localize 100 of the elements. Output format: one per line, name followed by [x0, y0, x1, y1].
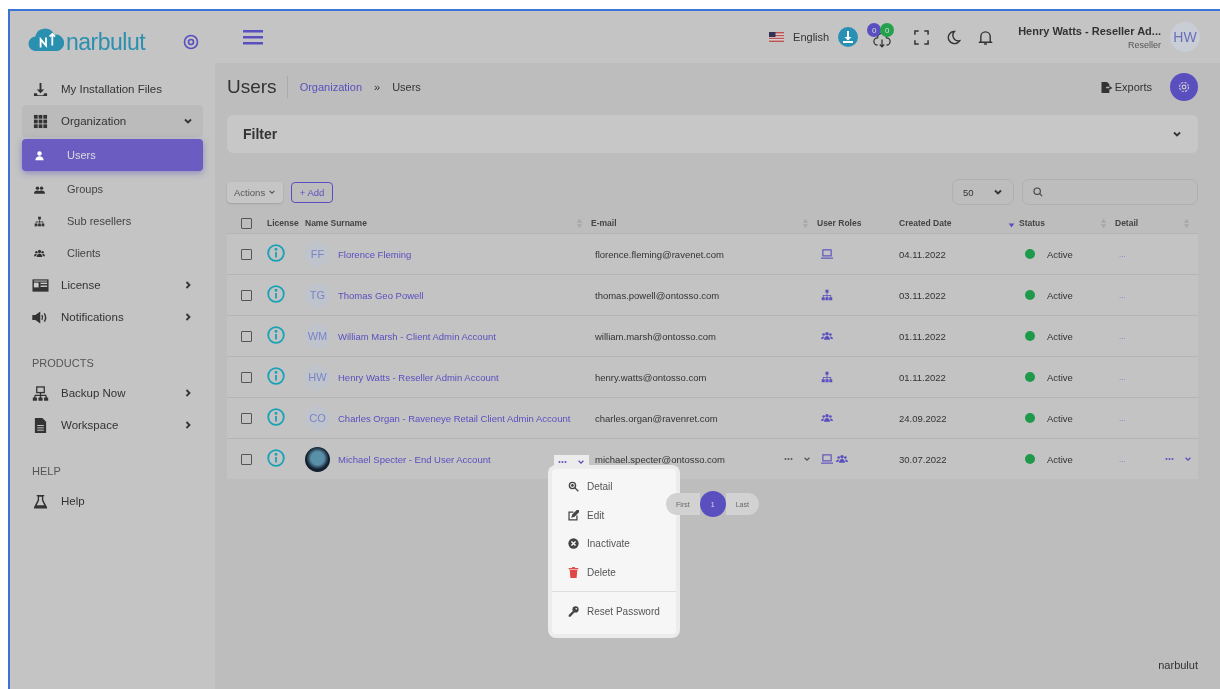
user-avatar[interactable]: HW [1170, 22, 1200, 52]
search-field[interactable] [1022, 179, 1198, 205]
zoom-icon [568, 481, 579, 493]
detail-link[interactable]: ... [1119, 331, 1126, 341]
email-cell: florence.fleming@ravenet.com [595, 248, 724, 260]
actions-dropdown[interactable]: Actions [227, 181, 283, 203]
user-name-link[interactable]: William Marsh - Client Admin Account [338, 330, 496, 342]
more-icon[interactable] [1165, 457, 1174, 461]
laptop-icon [821, 248, 833, 260]
menu-item[interactable]: Delete [552, 558, 632, 587]
menu-item[interactable]: Reset Password [552, 595, 676, 628]
nav-item[interactable]: Help [22, 485, 203, 517]
user-name-link[interactable]: Florence Fleming [338, 248, 412, 260]
brand-name: narbulut [66, 28, 146, 56]
initials-avatar: HW [305, 364, 330, 390]
nav-subitem[interactable]: Users [22, 139, 203, 171]
document-icon [32, 417, 49, 433]
column-header: Name Surname [305, 218, 367, 228]
nav-item[interactable]: Organization [22, 105, 203, 137]
date-cell: 30.07.2022 [899, 453, 947, 465]
email-cell: michael.specter@ontosso.com [595, 453, 726, 465]
row-checkbox[interactable] [241, 371, 252, 383]
moon-icon[interactable] [946, 29, 962, 45]
trash-icon [568, 566, 579, 578]
status-text: Active [1047, 330, 1073, 342]
detail-link[interactable]: ... [1119, 454, 1126, 464]
user-name-link[interactable]: Henry Watts - Reseller Admin Account [338, 371, 499, 383]
sitemap-icon [821, 289, 833, 301]
photo-avatar [305, 446, 330, 472]
chevron-icon [183, 312, 193, 322]
detail-link[interactable]: ... [1119, 413, 1126, 423]
nav-item[interactable]: License [22, 269, 203, 301]
add-button[interactable]: + Add [290, 181, 334, 203]
status-text: Active [1047, 289, 1073, 301]
download-icon[interactable] [838, 27, 859, 47]
page-size-select[interactable]: 50 [952, 179, 1014, 205]
row-checkbox[interactable] [241, 289, 252, 301]
select-all-checkbox[interactable] [241, 217, 252, 229]
chevron-icon [1172, 129, 1182, 139]
nav-subitem[interactable]: Clients [22, 237, 203, 269]
chevron-icon[interactable] [1184, 455, 1192, 463]
detail-link[interactable]: ... [1119, 372, 1126, 382]
user-role: Reseller [1128, 39, 1161, 50]
more-icon[interactable] [558, 459, 567, 464]
bell-icon[interactable] [978, 29, 994, 45]
menu-item[interactable]: Detail [552, 472, 629, 501]
target-icon[interactable] [183, 34, 199, 50]
language-label[interactable]: English [793, 31, 830, 43]
chevron-icon [993, 187, 1003, 197]
settings-button[interactable] [1170, 73, 1198, 101]
menu-icon[interactable] [243, 29, 263, 45]
column-header: License [267, 218, 299, 228]
user-name-link[interactable]: Michael Specter - End User Account [338, 453, 491, 465]
breadcrumb-link[interactable]: Organization [299, 81, 362, 93]
date-cell: 01.11.2022 [899, 371, 946, 383]
chevron-icon [183, 280, 193, 290]
row-checkbox[interactable] [241, 248, 252, 260]
row-checkbox[interactable] [241, 453, 252, 465]
status-text: Active [1047, 453, 1073, 465]
more-icon[interactable] [784, 457, 793, 461]
menu-item[interactable]: Inactivate [552, 529, 646, 558]
nav-item[interactable]: My Installation Files [22, 73, 203, 105]
status-text: Active [1047, 412, 1073, 424]
user-name: Henry Watts - Reseller Ad... [1018, 24, 1161, 37]
download-icon [32, 81, 49, 97]
us-flag-icon[interactable] [769, 32, 785, 42]
flask-icon [32, 493, 49, 509]
nav-subitem[interactable]: Sub resellers [22, 205, 203, 237]
status-text: Active [1047, 371, 1073, 383]
fullscreen-icon[interactable] [914, 29, 930, 45]
nav-subitem[interactable]: Groups [22, 173, 203, 205]
id-card-icon [32, 277, 49, 293]
chevron-icon[interactable] [803, 455, 811, 463]
user-name-link[interactable]: Charles Organ - Raveneye Retail Client Admin Account [338, 412, 571, 424]
nav-item[interactable]: Workspace [22, 409, 203, 441]
filter-panel[interactable]: Filter [227, 115, 1198, 153]
row-checkbox[interactable] [241, 330, 252, 342]
user-name-link[interactable]: Thomas Geo Powell [338, 289, 424, 301]
footer-brand: narbulut [1158, 659, 1198, 671]
people-icon [34, 247, 45, 259]
section-heading: HELP [31, 464, 62, 479]
exports-button[interactable]: Exports [1094, 80, 1158, 94]
initials-avatar: TG [305, 282, 330, 308]
export-icon [1100, 81, 1113, 93]
detail-link[interactable]: ... [1119, 290, 1126, 300]
status-text: Active [1047, 248, 1073, 260]
speaker-icon [32, 309, 49, 325]
page-title: Users [227, 76, 288, 98]
nav-item[interactable]: Backup Now [22, 377, 203, 409]
row-checkbox[interactable] [241, 412, 252, 424]
detail-link[interactable]: ... [1119, 249, 1126, 259]
email-cell: henry.watts@ontosso.com [595, 371, 707, 383]
chevron-icon [183, 388, 193, 398]
menu-item[interactable]: Edit [552, 501, 621, 530]
email-cell: william.marsh@ontosso.com [595, 330, 717, 342]
settings-icon [1178, 81, 1190, 93]
people-icon [836, 453, 848, 465]
key-icon [568, 606, 579, 617]
chevron-icon [183, 116, 193, 126]
nav-item[interactable]: Notifications [22, 301, 203, 333]
